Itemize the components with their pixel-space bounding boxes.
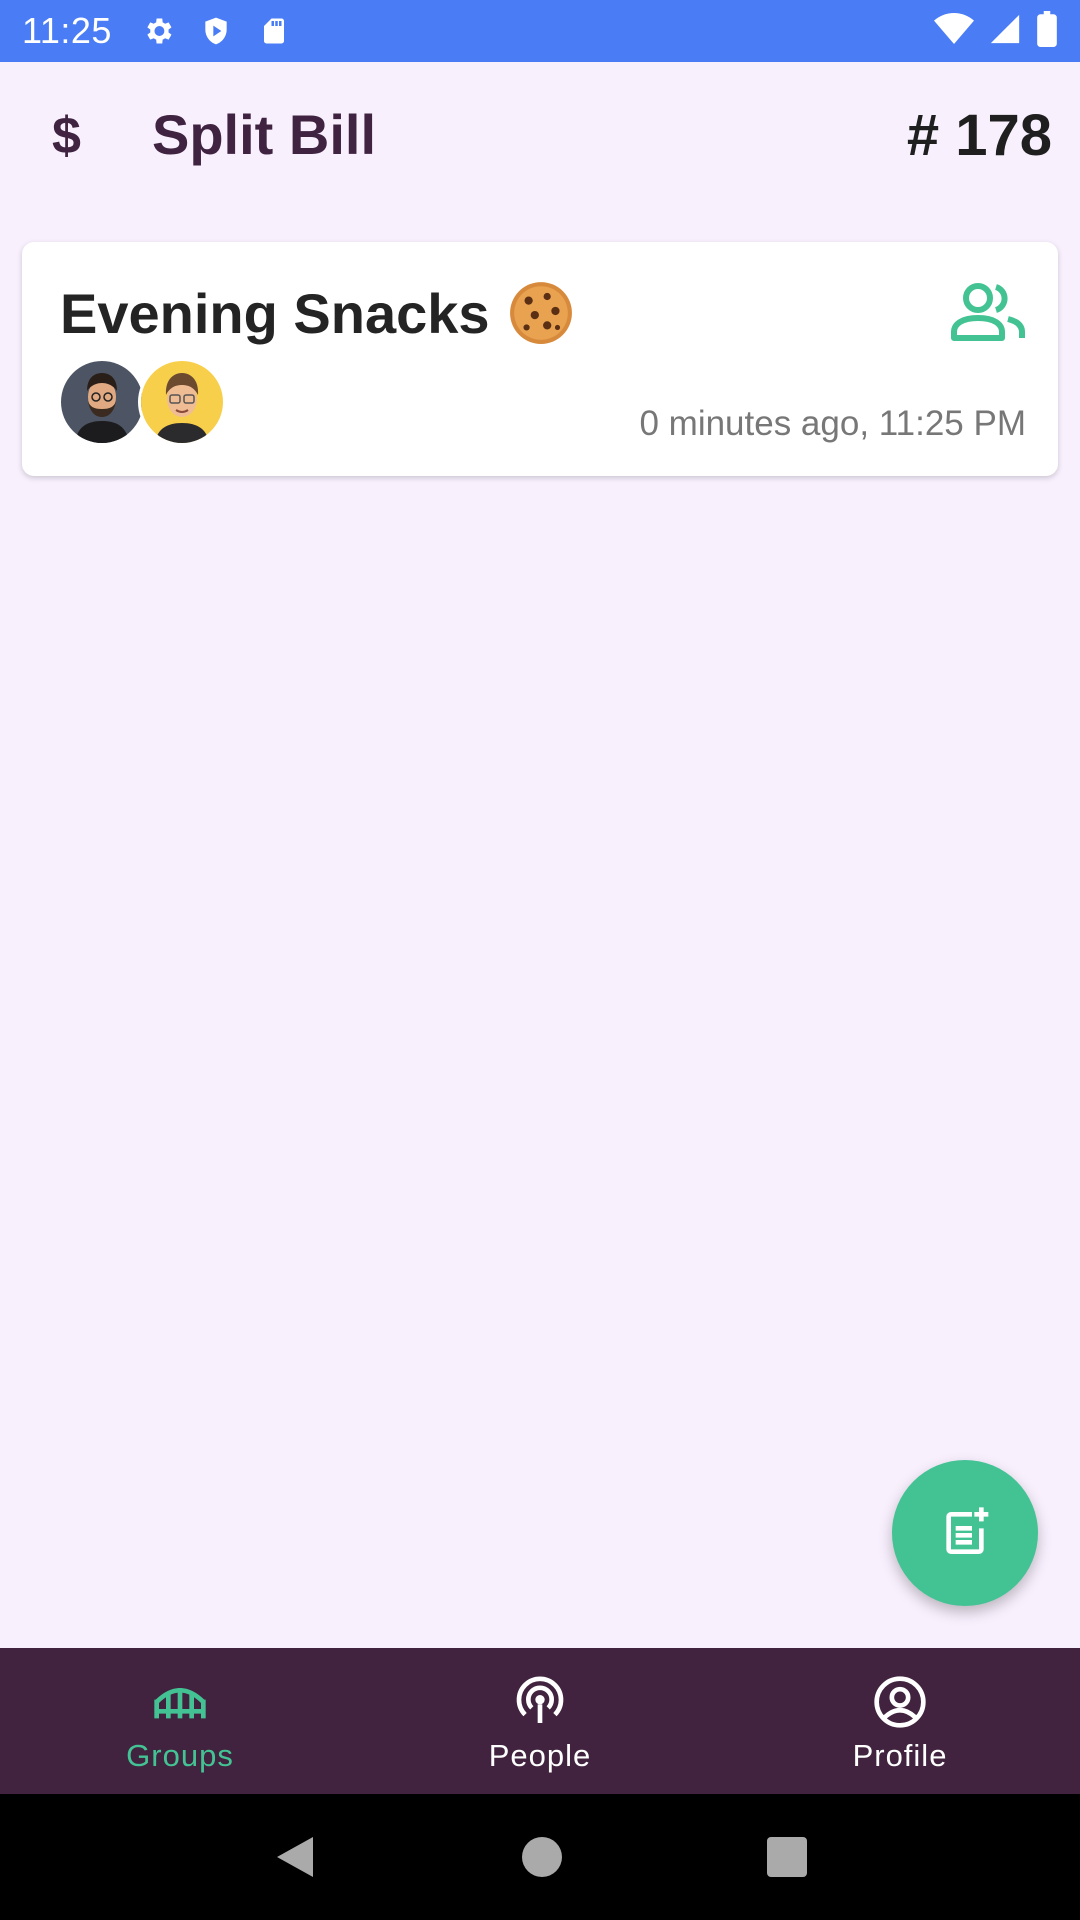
sd-card-icon — [254, 11, 294, 51]
system-navigation — [0, 1794, 1080, 1920]
signal-icon — [988, 12, 1022, 51]
member-avatar-2 — [138, 358, 226, 446]
nav-groups[interactable]: Groups — [0, 1648, 360, 1794]
battery-icon — [1036, 10, 1058, 52]
status-time: 11:25 — [22, 10, 112, 51]
add-note-icon — [946, 1507, 989, 1554]
shield-icon — [196, 11, 236, 51]
member-avatar-1 — [58, 358, 146, 446]
bill-count: # 178 — [906, 103, 1052, 168]
wifi-icon — [934, 12, 974, 51]
nav-profile[interactable]: Profile — [720, 1648, 1080, 1794]
nav-profile-label: Profile — [852, 1738, 948, 1773]
group-members-icon[interactable] — [950, 282, 1026, 342]
back-icon[interactable] — [273, 1833, 317, 1881]
group-name: Evening Snacks — [60, 281, 490, 345]
account-circle-icon — [874, 1676, 926, 1728]
recents-icon[interactable] — [767, 1837, 808, 1877]
broadcast-icon — [516, 1676, 564, 1723]
bottom-navigation: Groups People Profile — [0, 1648, 1080, 1794]
bridge-icon — [154, 1688, 206, 1719]
nav-groups-label: Groups — [126, 1738, 234, 1773]
add-bill-button[interactable] — [892, 1460, 1038, 1606]
app-title: Split Bill — [152, 103, 376, 166]
nav-people-label: People — [488, 1738, 592, 1773]
home-icon[interactable] — [521, 1837, 562, 1877]
nav-people[interactable]: People — [360, 1648, 720, 1794]
app-bar: $ Split Bill # 178 — [0, 62, 1080, 212]
group-card[interactable]: Evening Snacks 0 minutes ago, 11:25 PM — [22, 242, 1058, 476]
gear-icon — [138, 11, 178, 51]
status-bar: 11:25 — [0, 0, 1080, 62]
group-title: Evening Snacks — [60, 280, 574, 346]
member-avatars — [58, 358, 226, 446]
app-logo-icon: $ — [52, 107, 81, 165]
group-timestamp: 0 minutes ago, 11:25 PM — [639, 404, 1026, 443]
cookie-icon — [509, 282, 572, 344]
